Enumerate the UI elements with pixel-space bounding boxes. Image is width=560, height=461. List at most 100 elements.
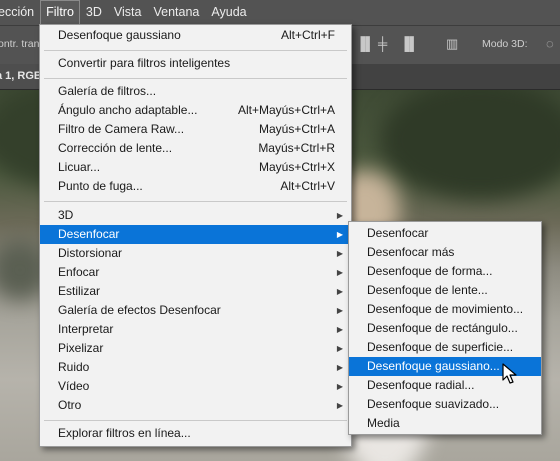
menu-item-label: Otro bbox=[58, 398, 82, 412]
menu-item-label: Galería de filtros... bbox=[58, 84, 157, 98]
menu-item-distorsionar[interactable]: Distorsionar ▶ bbox=[40, 244, 351, 263]
document-tab-label: a 1, RGB bbox=[0, 70, 42, 82]
submenu-item-surface-blur[interactable]: Desenfoque de superficie... bbox=[349, 338, 541, 357]
menu-item-desenfocar[interactable]: Desenfocar ▶ bbox=[40, 225, 351, 244]
menu-item-label: Pixelizar bbox=[58, 341, 104, 355]
submenu-item-label: Media bbox=[367, 416, 400, 430]
submenu-item-desenfocar[interactable]: Desenfocar bbox=[349, 224, 541, 243]
menu-filtro[interactable]: Filtro bbox=[40, 0, 80, 25]
mode-3d-label: Modo 3D: bbox=[482, 38, 528, 50]
menu-item-shortcut: Alt+Ctrl+F bbox=[280, 28, 335, 42]
orbit-3d-icon[interactable]: ◌ bbox=[546, 37, 554, 51]
submenu-item-label: Desenfoque gaussiano... bbox=[367, 359, 500, 373]
menu-item-label: Enfocar bbox=[58, 265, 100, 279]
submenu-item-label: Desenfoque radial... bbox=[367, 378, 475, 392]
menu-item-last-filter[interactable]: Desenfoque gaussiano Alt+Ctrl+F bbox=[40, 26, 351, 45]
submenu-item-desenfocar-mas[interactable]: Desenfocar más bbox=[349, 243, 541, 262]
menu-separator bbox=[44, 201, 347, 202]
mouse-pointer-icon bbox=[502, 363, 517, 384]
menu-ayuda[interactable]: Ayuda bbox=[205, 0, 252, 25]
menu-item-vanishing-point[interactable]: Punto de fuga... Alt+Ctrl+V bbox=[40, 177, 351, 196]
align-center-icon[interactable]: ╪ bbox=[378, 37, 387, 51]
menu-item-enfocar[interactable]: Enfocar ▶ bbox=[40, 263, 351, 282]
submenu-arrow-icon: ▶ bbox=[336, 325, 343, 334]
submenu-arrow-icon: ▶ bbox=[336, 268, 343, 277]
menu-item-label: Estilizar bbox=[58, 284, 101, 298]
submenu-item-box-blur[interactable]: Desenfoque de rectángulo... bbox=[349, 319, 541, 338]
menu-item-lens-correction[interactable]: Corrección de lente... Mayús+Ctrl+R bbox=[40, 139, 351, 158]
submenu-item-shape-blur[interactable]: Desenfoque de forma... bbox=[349, 262, 541, 281]
submenu-item-lens-blur[interactable]: Desenfoque de lente... bbox=[349, 281, 541, 300]
menu-item-shortcut: Alt+Ctrl+V bbox=[280, 179, 335, 193]
menu-item-browse-filters-online[interactable]: Explorar filtros en línea... bbox=[40, 424, 351, 443]
menu-item-label: Galería de efectos Desenfocar bbox=[58, 303, 221, 317]
menu-item-adaptive-wide-angle[interactable]: Ángulo ancho adaptable... Alt+Mayús+Ctrl… bbox=[40, 101, 351, 120]
submenu-item-label: Desenfoque de forma... bbox=[367, 264, 493, 278]
menu-item-camera-raw[interactable]: Filtro de Camera Raw... Mayús+Ctrl+A bbox=[40, 120, 351, 139]
menu-item-label: Convertir para filtros inteligentes bbox=[58, 56, 231, 70]
menu-item-convert-smart-filters[interactable]: Convertir para filtros inteligentes bbox=[40, 54, 351, 73]
menu-item-3d[interactable]: 3D ▶ bbox=[40, 206, 351, 225]
menu-item-label: Desenfocar bbox=[58, 227, 120, 241]
menu-item-label: Vídeo bbox=[58, 379, 90, 393]
distribute-icon[interactable]: ▥ bbox=[446, 37, 458, 51]
menu-item-label: Desenfoque gaussiano bbox=[58, 28, 181, 42]
submenu-item-motion-blur[interactable]: Desenfoque de movimiento... bbox=[349, 300, 541, 319]
menu-item-label: Distorsionar bbox=[58, 246, 123, 260]
submenu-arrow-icon: ▶ bbox=[336, 344, 343, 353]
menu-separator bbox=[44, 78, 347, 79]
menu-item-label: Corrección de lente... bbox=[58, 141, 173, 155]
menu-item-blur-gallery[interactable]: Galería de efectos Desenfocar ▶ bbox=[40, 301, 351, 320]
menu-item-estilizar[interactable]: Estilizar ▶ bbox=[40, 282, 351, 301]
submenu-item-label: Desenfoque de rectángulo... bbox=[367, 321, 518, 335]
show-transform-controls-label[interactable]: ontr. tran bbox=[0, 38, 39, 50]
menu-item-filter-gallery[interactable]: Galería de filtros... bbox=[40, 82, 351, 101]
foliage-shape bbox=[380, 90, 560, 200]
menu-item-shortcut: Mayús+Ctrl+X bbox=[258, 160, 335, 174]
submenu-arrow-icon: ▶ bbox=[336, 306, 343, 315]
submenu-arrow-icon: ▶ bbox=[336, 211, 343, 220]
submenu-arrow-icon: ▶ bbox=[336, 287, 343, 296]
submenu-item-label: Desenfocar bbox=[367, 226, 429, 240]
menu-item-pixelizar[interactable]: Pixelizar ▶ bbox=[40, 339, 351, 358]
menu-item-label: 3D bbox=[58, 208, 74, 222]
menu-item-label: Explorar filtros en línea... bbox=[58, 426, 191, 440]
menu-item-label: Ruido bbox=[58, 360, 90, 374]
menu-item-label: Punto de fuga... bbox=[58, 179, 143, 193]
menu-item-shortcut: Alt+Mayús+Ctrl+A bbox=[237, 103, 335, 117]
submenu-item-label: Desenfoque de movimiento... bbox=[367, 302, 524, 316]
submenu-arrow-icon: ▶ bbox=[336, 363, 343, 372]
submenu-arrow-icon: ▶ bbox=[336, 382, 343, 391]
align-left-icon[interactable]: ▐▌ bbox=[356, 37, 374, 51]
submenu-item-label: Desenfoque de superficie... bbox=[367, 340, 514, 354]
menu-3d[interactable]: 3D bbox=[80, 0, 108, 25]
menu-item-label: Licuar... bbox=[58, 160, 101, 174]
menu-item-shortcut: Mayús+Ctrl+A bbox=[258, 122, 335, 136]
menu-item-video[interactable]: Vídeo ▶ bbox=[40, 377, 351, 396]
submenu-item-label: Desenfoque de lente... bbox=[367, 283, 488, 297]
submenu-item-label: Desenfoque suavizado... bbox=[367, 397, 500, 411]
menu-item-ruido[interactable]: Ruido ▶ bbox=[40, 358, 351, 377]
menu-item-shortcut: Mayús+Ctrl+R bbox=[258, 141, 335, 155]
menu-vista[interactable]: Vista bbox=[108, 0, 148, 25]
menu-seleccion[interactable]: ección bbox=[0, 0, 40, 25]
menu-separator bbox=[44, 420, 347, 421]
submenu-arrow-icon: ▶ bbox=[336, 249, 343, 258]
menu-item-label: Interpretar bbox=[58, 322, 114, 336]
menu-item-liquify[interactable]: Licuar... Mayús+Ctrl+X bbox=[40, 158, 351, 177]
menu-item-label: Filtro de Camera Raw... bbox=[58, 122, 185, 136]
submenu-arrow-icon: ▶ bbox=[336, 401, 343, 410]
menu-item-interpretar[interactable]: Interpretar ▶ bbox=[40, 320, 351, 339]
menu-ventana[interactable]: Ventana bbox=[147, 0, 205, 25]
menu-bar: ección Filtro 3D Vista Ventana Ayuda bbox=[0, 0, 560, 25]
menu-item-label: Ángulo ancho adaptable... bbox=[58, 103, 198, 117]
submenu-item-label: Desenfocar más bbox=[367, 245, 455, 259]
menu-item-otro[interactable]: Otro ▶ bbox=[40, 396, 351, 415]
menu-separator bbox=[44, 50, 347, 51]
align-right-icon[interactable]: ▐▌ bbox=[400, 37, 418, 51]
submenu-arrow-icon: ▶ bbox=[336, 230, 343, 239]
blur-submenu: Desenfocar Desenfocar más Desenfoque de … bbox=[348, 221, 542, 435]
filter-menu: Desenfoque gaussiano Alt+Ctrl+F Converti… bbox=[39, 24, 352, 447]
submenu-item-smart-blur[interactable]: Desenfoque suavizado... bbox=[349, 395, 541, 414]
submenu-item-average[interactable]: Media bbox=[349, 414, 541, 433]
